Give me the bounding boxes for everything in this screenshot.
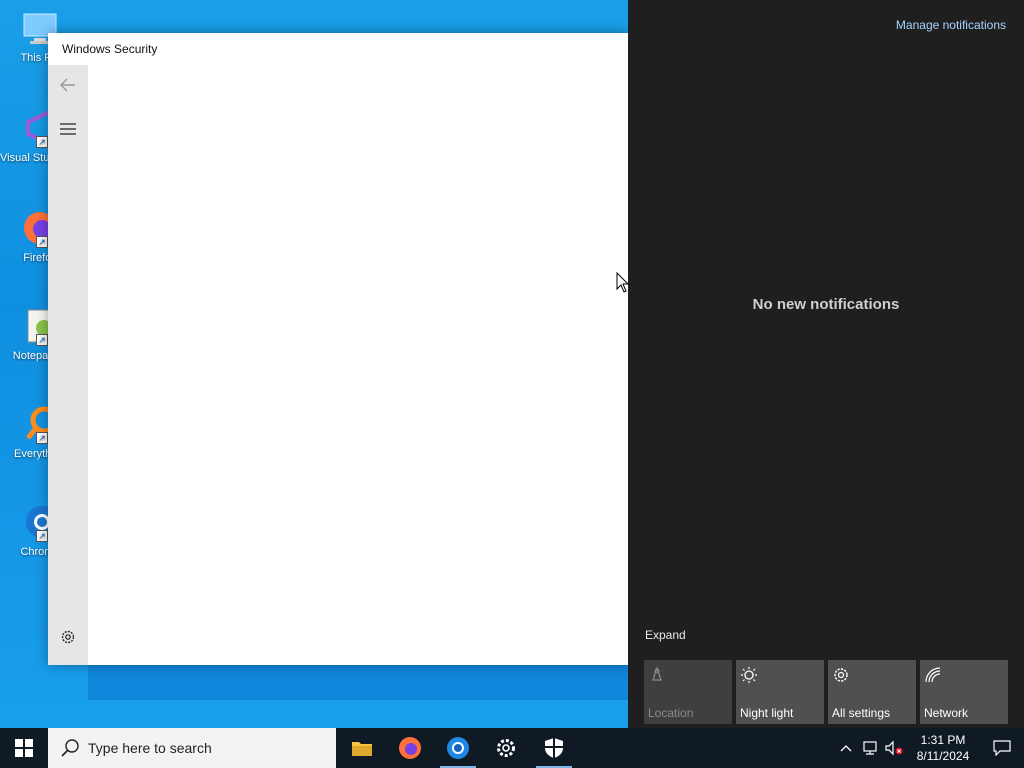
action-center-panel: Manage notifications No new notification…: [628, 0, 1024, 728]
back-button[interactable]: [48, 65, 88, 105]
clock-date: 8/11/2024: [916, 749, 970, 763]
expand-link[interactable]: Expand: [645, 628, 686, 642]
taskbar-app-chrome[interactable]: [434, 728, 482, 768]
show-hidden-icons-button[interactable]: [834, 728, 858, 768]
taskbar: Type here to search 1:31 PM 8/11/2024: [0, 728, 1024, 768]
quick-action-location[interactable]: Location: [644, 660, 732, 724]
quick-action-label: Location: [648, 706, 694, 720]
gear-icon: [497, 739, 515, 757]
empty-notifications-text: No new notifications: [752, 296, 900, 313]
back-arrow-icon: [60, 78, 75, 92]
taskbar-apps: [338, 728, 578, 768]
menu-button[interactable]: [48, 109, 88, 149]
folder-icon: [352, 742, 372, 756]
quick-actions: Location Night light All settings Networ…: [644, 660, 1008, 724]
window-nav-rail: [48, 65, 88, 665]
search-placeholder: Type here to search: [88, 740, 212, 756]
taskbar-search-box[interactable]: Type here to search: [48, 728, 336, 768]
volume-button[interactable]: [882, 728, 906, 768]
network-status-button[interactable]: [858, 728, 882, 768]
search-icon: [61, 739, 79, 757]
location-icon: [652, 666, 662, 681]
quick-action-network[interactable]: Network: [920, 660, 1008, 724]
desktop-wallpaper-accent: [88, 660, 628, 700]
notification-icon: [993, 740, 1011, 756]
chrome-icon: [447, 737, 469, 759]
network-icon: [925, 667, 941, 683]
quick-action-all-settings[interactable]: All settings: [828, 660, 916, 724]
taskbar-app-file-explorer[interactable]: [338, 728, 386, 768]
shield-icon: [545, 738, 563, 758]
volume-muted-icon: [885, 740, 903, 756]
manage-notifications-link[interactable]: Manage notifications: [896, 18, 1006, 32]
action-center-button[interactable]: [980, 728, 1024, 768]
settings-button[interactable]: [48, 617, 88, 657]
quick-action-night-light[interactable]: Night light: [736, 660, 824, 724]
night-light-icon: [741, 667, 757, 683]
shortcut-arrow-icon: ↗: [36, 136, 48, 148]
taskbar-app-windows-security[interactable]: [530, 728, 578, 768]
taskbar-app-settings[interactable]: [482, 728, 530, 768]
firefox-icon: [399, 737, 421, 759]
quick-action-label: All settings: [832, 706, 891, 720]
start-button[interactable]: [0, 728, 48, 768]
network-wired-icon: [863, 741, 877, 755]
window-title: Windows Security: [62, 42, 158, 56]
shortcut-arrow-icon: ↗: [36, 530, 48, 542]
hamburger-menu-icon: [60, 123, 76, 135]
shortcut-arrow-icon: ↗: [36, 236, 48, 248]
system-tray: 1:31 PM 8/11/2024: [834, 728, 1024, 768]
windows-logo-icon: [15, 739, 33, 757]
gear-icon: [61, 630, 75, 644]
taskbar-app-firefox[interactable]: [386, 728, 434, 768]
taskbar-clock[interactable]: 1:31 PM 8/11/2024: [912, 732, 974, 764]
quick-action-label: Night light: [740, 706, 794, 720]
chevron-up-icon: [840, 745, 852, 752]
gear-icon: [834, 668, 848, 682]
shortcut-arrow-icon: ↗: [36, 432, 48, 444]
clock-time: 1:31 PM: [920, 733, 966, 747]
shortcut-arrow-icon: ↗: [36, 334, 48, 346]
windows-security-window[interactable]: Windows Security: [48, 33, 628, 665]
mouse-cursor-icon: [616, 272, 630, 293]
quick-action-label: Network: [924, 706, 969, 720]
